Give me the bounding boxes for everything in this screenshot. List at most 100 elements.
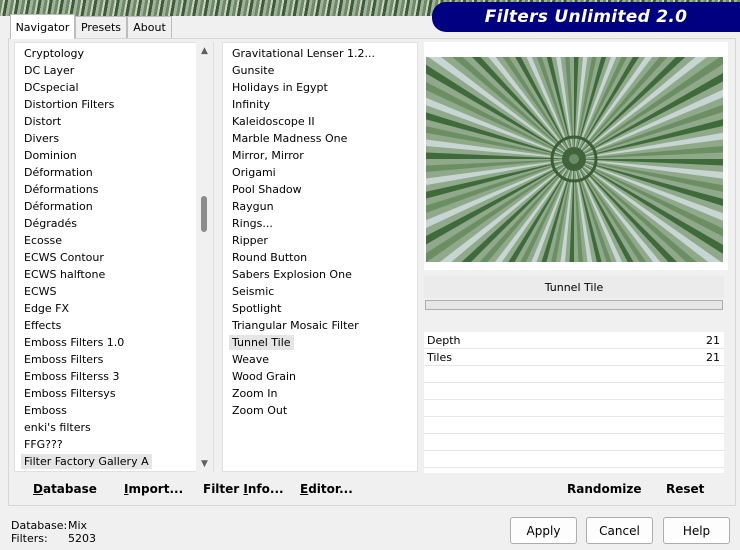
- category-item[interactable]: Déformation: [21, 198, 96, 215]
- category-item[interactable]: ECWS halftone: [21, 266, 108, 283]
- category-item[interactable]: DC Layer: [21, 62, 77, 79]
- category-item[interactable]: Dominion: [21, 147, 80, 164]
- tab-navigator[interactable]: Navigator: [10, 14, 75, 39]
- tab-about[interactable]: About: [127, 16, 172, 38]
- category-item[interactable]: Déformation: [21, 164, 96, 181]
- category-item-label: Déformations: [24, 183, 99, 196]
- category-item[interactable]: Déformations: [21, 181, 101, 198]
- scroll-up-arrow-icon[interactable]: ▲: [196, 44, 213, 58]
- filter-item[interactable]: Gravitational Lenser 1.2...: [229, 45, 378, 62]
- filter-item[interactable]: Gunsite: [229, 62, 277, 79]
- mnemonic: E: [300, 482, 309, 496]
- cancel-button[interactable]: Cancel: [586, 517, 653, 544]
- category-item-label: Dégradés: [24, 217, 77, 230]
- category-item-label: Emboss Filterss 3: [24, 370, 120, 383]
- filter-item-label: Gravitational Lenser 1.2...: [232, 47, 375, 60]
- help-button[interactable]: Help: [663, 517, 730, 544]
- category-item-label: Cryptology: [24, 47, 85, 60]
- param-label: Depth: [427, 334, 461, 347]
- filter-item[interactable]: Holidays in Egypt: [229, 79, 331, 96]
- category-item[interactable]: enki's filters: [21, 419, 94, 436]
- category-item[interactable]: Divers: [21, 130, 62, 147]
- filter-item[interactable]: Mirror, Mirror: [229, 147, 307, 164]
- category-item-label: DC Layer: [24, 64, 75, 77]
- category-item-label: Emboss Filters 1.0: [24, 336, 125, 349]
- category-item[interactable]: ECWS: [21, 283, 60, 300]
- filter-list[interactable]: Gravitational Lenser 1.2... Gunsite Holida…: [222, 42, 418, 472]
- category-item[interactable]: Emboss Filtersys: [21, 385, 119, 402]
- filter-info-button[interactable]: Filter Info...: [203, 479, 284, 499]
- filter-item[interactable]: Wood Grain: [229, 368, 299, 385]
- category-item-label: Dominion: [24, 149, 77, 162]
- preview-image: [426, 57, 723, 262]
- filter-item[interactable]: Ripper: [229, 232, 271, 249]
- category-item[interactable]: Emboss Filters: [21, 351, 106, 368]
- label-rest: nfo...: [247, 482, 284, 496]
- category-item[interactable]: Ecosse: [21, 232, 65, 249]
- filter-item[interactable]: Weave: [229, 351, 272, 368]
- filters-count-value: 5203: [68, 532, 96, 545]
- filter-item-label: Kaleidoscope II: [232, 115, 315, 128]
- category-item[interactable]: Filter Factory Gallery A: [21, 453, 152, 470]
- filter-name-text: Tunnel Tile: [544, 280, 604, 294]
- filter-item-label: Triangular Mosaic Filter: [232, 319, 359, 332]
- scroll-down-arrow-icon[interactable]: ▼: [196, 457, 213, 471]
- category-item[interactable]: Distort: [21, 113, 64, 130]
- scroll-thumb[interactable]: [201, 196, 207, 232]
- filter-item[interactable]: Seismic: [229, 283, 277, 300]
- category-item[interactable]: FFG???: [21, 436, 66, 453]
- category-item[interactable]: DCspecial: [21, 79, 82, 96]
- category-item[interactable]: Distortion Filters: [21, 96, 117, 113]
- tab-label: Presets: [80, 21, 122, 34]
- category-item-label: ECWS Contour: [24, 251, 104, 264]
- filter-item[interactable]: Marble Madness One: [229, 130, 350, 147]
- category-item[interactable]: Emboss Filters 1.0: [21, 334, 127, 351]
- filter-item[interactable]: Zoom In: [229, 385, 280, 402]
- category-item-label: Edge FX: [24, 302, 70, 315]
- tab-label: Navigator: [15, 20, 70, 34]
- category-item-label: Emboss Filters: [24, 353, 104, 366]
- filter-item[interactable]: Round Button: [229, 249, 310, 266]
- category-item-label: Distort: [24, 115, 62, 128]
- tab-presets[interactable]: Presets: [75, 16, 127, 38]
- database-status-label: Database:: [11, 519, 68, 532]
- label-rest: ditor...: [308, 482, 353, 496]
- param-row-empty: [424, 434, 724, 451]
- filter-item-label: Zoom Out: [232, 404, 288, 417]
- category-item-label: ECWS halftone: [24, 268, 106, 281]
- filter-item-label: Tunnel Tile: [229, 335, 294, 350]
- database-button[interactable]: Database: [33, 479, 97, 499]
- reset-button[interactable]: Reset: [666, 479, 704, 499]
- category-item[interactable]: Emboss Filterss 3: [21, 368, 123, 385]
- category-item-label: Effects: [24, 319, 62, 332]
- tab-label: About: [133, 21, 166, 34]
- category-item[interactable]: Cryptology: [21, 45, 87, 62]
- filter-item[interactable]: Rings...: [229, 215, 276, 232]
- category-scrollbar[interactable]: [196, 42, 213, 472]
- category-item[interactable]: ECWS Contour: [21, 249, 107, 266]
- filter-item[interactable]: Sabers Explosion One: [229, 266, 355, 283]
- filter-item[interactable]: Kaleidoscope II: [229, 113, 318, 130]
- category-item[interactable]: Dégradés: [21, 215, 80, 232]
- category-item[interactable]: Effects: [21, 317, 64, 334]
- filter-item-label: Sabers Explosion One: [232, 268, 352, 281]
- filter-item-label: Rings...: [232, 217, 273, 230]
- category-item[interactable]: Edge FX: [21, 300, 72, 317]
- filter-item[interactable]: Zoom Out: [229, 402, 290, 419]
- filter-item[interactable]: Tunnel Tile: [229, 334, 294, 351]
- randomize-button[interactable]: Randomize: [567, 479, 641, 499]
- filter-item[interactable]: Origami: [229, 164, 279, 181]
- param-row-depth[interactable]: Depth 21: [424, 332, 724, 349]
- category-item[interactable]: Emboss: [21, 402, 70, 419]
- param-row-tiles[interactable]: Tiles 21: [424, 349, 724, 366]
- filter-item[interactable]: Raygun: [229, 198, 277, 215]
- filter-item[interactable]: Pool Shadow: [229, 181, 305, 198]
- filter-item[interactable]: Infinity: [229, 96, 273, 113]
- import-button[interactable]: Import...: [124, 479, 183, 499]
- editor-button[interactable]: Editor...: [300, 479, 353, 499]
- category-list[interactable]: Cryptology DC Layer DCspecial Distortion Fi…: [14, 42, 214, 472]
- filter-item[interactable]: Spotlight: [229, 300, 284, 317]
- apply-button[interactable]: Apply: [510, 517, 577, 544]
- category-item-label: FFG???: [24, 438, 63, 451]
- filter-item[interactable]: Triangular Mosaic Filter: [229, 317, 362, 334]
